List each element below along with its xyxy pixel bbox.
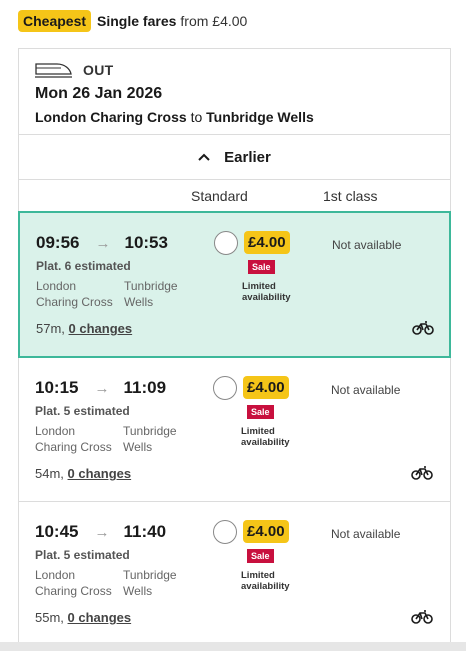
first-class-column-label: 1st class xyxy=(323,188,378,204)
limited-line: availability xyxy=(241,437,290,448)
arrival-time: 11:09 xyxy=(123,378,167,397)
fare-from-price: from £4.00 xyxy=(180,13,248,29)
arrow-right-icon: → xyxy=(94,379,110,397)
standard-fare-price[interactable]: £4.00 xyxy=(243,520,289,543)
from-station-line: Charing Cross xyxy=(35,440,112,454)
limited-line: availability xyxy=(242,292,291,303)
to-station-line: Wells xyxy=(123,584,153,598)
standard-fare-price[interactable]: £4.00 xyxy=(243,376,289,399)
train-option[interactable]: 09:56 → 10:53 Plat. 6 estimated London C… xyxy=(18,211,451,358)
earlier-trains-button[interactable]: Earlier xyxy=(19,135,450,180)
standard-column-label: Standard xyxy=(191,188,248,204)
destination-station: Tunbridge Wells xyxy=(206,109,314,125)
bicycle-icon xyxy=(411,610,433,624)
duration-text: 54m, xyxy=(35,466,64,481)
journey-duration: 55m, 0 changes xyxy=(35,610,131,625)
limited-line: Limited xyxy=(242,281,276,292)
to-station-line: Tunbridge xyxy=(124,279,178,293)
from-station: London Charing Cross xyxy=(36,278,126,310)
limited-availability: Limited availability xyxy=(241,426,301,448)
journey-date: Mon 26 Jan 2026 xyxy=(35,85,163,102)
first-class-unavailable: Not available xyxy=(331,527,401,541)
journey-duration: 57m, 0 changes xyxy=(36,321,132,336)
to-station: Tunbridge Wells xyxy=(124,278,204,310)
to-station: Tunbridge Wells xyxy=(123,423,203,455)
train-icon xyxy=(35,63,72,78)
fare-class-header: Standard 1st class xyxy=(19,180,450,212)
train-times: 10:45 → 11:40 xyxy=(35,522,166,542)
departure-time: 10:45 xyxy=(35,522,79,541)
duration-text: 55m, xyxy=(35,610,64,625)
to-station-line: Tunbridge xyxy=(123,424,177,438)
train-option[interactable]: 10:15 → 11:09 Plat. 5 estimated London C… xyxy=(19,358,450,502)
chevron-up-icon xyxy=(198,153,210,161)
to-station-line: Tunbridge xyxy=(123,568,177,582)
sale-badge: Sale xyxy=(248,260,275,274)
standard-fare-radio[interactable] xyxy=(213,376,237,400)
arrival-time: 11:40 xyxy=(123,522,167,541)
bicycle-icon xyxy=(411,466,433,480)
direction-label: OUT xyxy=(83,62,114,78)
duration-text: 57m, xyxy=(36,321,65,336)
fare-summary: Cheapest Single fares from £4.00 xyxy=(18,9,247,33)
platform-info: Plat. 6 estimated xyxy=(36,259,131,273)
route-connector: to xyxy=(190,109,203,125)
from-station-line: London xyxy=(36,279,77,293)
bicycle-icon xyxy=(412,321,434,335)
from-station-line: Charing Cross xyxy=(35,584,112,598)
first-class-unavailable: Not available xyxy=(332,238,402,252)
origin-station: London Charing Cross xyxy=(35,109,187,125)
departure-time: 10:15 xyxy=(35,378,79,397)
sale-badge: Sale xyxy=(247,549,274,563)
platform-info: Plat. 5 estimated xyxy=(35,404,130,418)
limited-line: availability xyxy=(241,581,290,592)
journey-duration: 54m, 0 changes xyxy=(35,466,131,481)
fare-type-title: Single fares xyxy=(97,13,177,29)
from-station: London Charing Cross xyxy=(35,567,125,599)
cheapest-badge: Cheapest xyxy=(18,10,92,32)
bottom-divider xyxy=(0,642,466,651)
arrow-right-icon: → xyxy=(94,523,110,541)
limited-availability: Limited availability xyxy=(242,281,302,303)
sale-badge: Sale xyxy=(247,405,274,419)
from-station-line: Charing Cross xyxy=(36,295,113,309)
train-times: 10:15 → 11:09 xyxy=(35,378,166,398)
changes-link[interactable]: 0 changes xyxy=(68,466,132,481)
changes-link[interactable]: 0 changes xyxy=(68,610,132,625)
from-station-line: London xyxy=(35,568,76,582)
limited-line: Limited xyxy=(241,426,275,437)
limited-availability: Limited availability xyxy=(241,570,301,592)
train-option[interactable]: 10:45 → 11:40 Plat. 5 estimated London C… xyxy=(19,502,450,646)
departure-time: 09:56 xyxy=(36,233,80,252)
train-times: 09:56 → 10:53 xyxy=(36,233,168,253)
to-station-line: Wells xyxy=(123,440,153,454)
from-station: London Charing Cross xyxy=(35,423,125,455)
journey-route: London Charing Cross to Tunbridge Wells xyxy=(35,109,314,125)
platform-info: Plat. 5 estimated xyxy=(35,548,130,562)
arrival-time: 10:53 xyxy=(124,233,168,252)
standard-fare-price[interactable]: £4.00 xyxy=(244,231,290,254)
from-station-line: London xyxy=(35,424,76,438)
arrow-right-icon: → xyxy=(95,234,111,252)
journey-panel: OUT Mon 26 Jan 2026 London Charing Cross… xyxy=(18,48,451,651)
limited-line: Limited xyxy=(241,570,275,581)
standard-fare-radio[interactable] xyxy=(214,231,238,255)
to-station-line: Wells xyxy=(124,295,154,309)
earlier-label: Earlier xyxy=(224,148,271,166)
journey-header: OUT Mon 26 Jan 2026 London Charing Cross… xyxy=(19,49,450,135)
changes-link[interactable]: 0 changes xyxy=(69,321,133,336)
to-station: Tunbridge Wells xyxy=(123,567,203,599)
first-class-unavailable: Not available xyxy=(331,383,401,397)
standard-fare-radio[interactable] xyxy=(213,520,237,544)
